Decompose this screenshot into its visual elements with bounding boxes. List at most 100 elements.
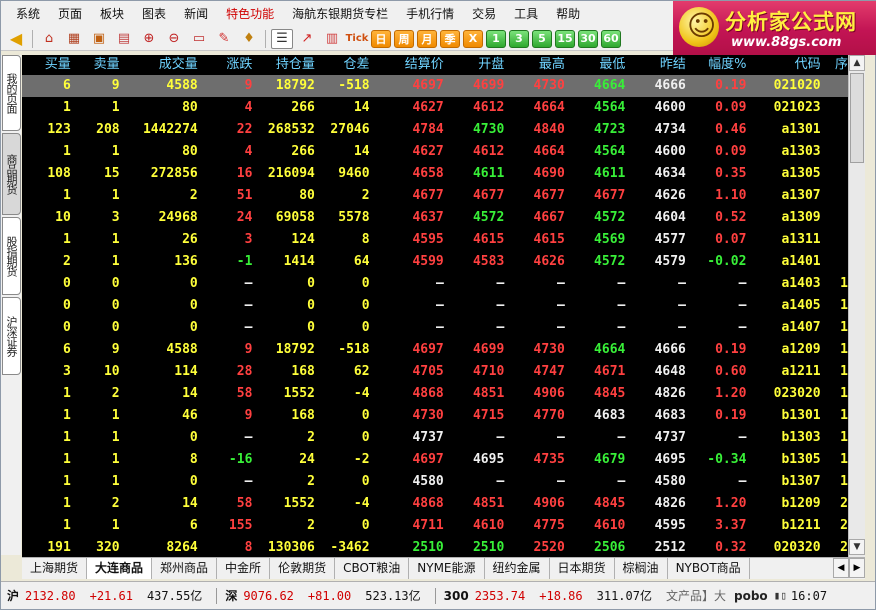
table-row[interactable]: 3 10 114 28 168 62 4705 4710 4747 4671 4648 0.60 a12… [22, 361, 848, 383]
market-tab-7[interactable]: 纽约金属 [485, 558, 550, 579]
table-row[interactable]: 1 1 8 -16 24 -2 4697 4695 4735 4679 4695 -0.34 b1305… [22, 449, 848, 471]
market-tab-10[interactable]: NYBOT商品 [668, 558, 750, 579]
menu-item-4[interactable]: 新闻 [175, 3, 217, 25]
period-15min-button[interactable]: 15 [555, 29, 575, 48]
zoom-out-icon[interactable]: ⊖ [163, 29, 185, 49]
menu-item-8[interactable]: 交易 [463, 3, 505, 25]
market-tab-2[interactable]: 郑州商品 [152, 558, 218, 579]
tick-icon[interactable]: Tick [346, 29, 369, 49]
column-header-1[interactable]: 卖量 [71, 55, 120, 75]
zoom-in-icon[interactable]: ⊕ [138, 29, 160, 49]
bell-alert-icon[interactable]: ♦ [238, 29, 260, 49]
market-tab-3[interactable]: 中金所 [217, 558, 271, 579]
table-row[interactable]: 6 9 4588 9 18792 -518 4697 4699 4730 4664 4666 0.19… [22, 339, 848, 361]
table-row[interactable]: 2 1 136 -1 1414 64 4599 4583 4626 4572 4579 -0.02 a1… [22, 251, 848, 273]
quote-table-icon[interactable]: ☰ [271, 28, 293, 49]
line-chart-icon[interactable]: ↗ [296, 29, 318, 49]
market-tab-8[interactable]: 日本期货 [550, 558, 615, 579]
window-icon[interactable]: ▭ [188, 29, 210, 49]
column-header-3[interactable]: 涨跌 [198, 55, 252, 75]
left-tab-my-page[interactable]: 我的页面 [2, 55, 21, 131]
menu-item-7[interactable]: 手机行情 [397, 3, 463, 25]
table-row[interactable]: 1 1 80 4 266 14 4627 4612 4664 4564 4600 0.09 a1303 [22, 141, 848, 163]
table-row[interactable]: 1 1 2 51 80 2 4677 4677 4677 4677 4626 1.10 a1307 [22, 185, 848, 207]
chart-window-icon[interactable]: ▣ [88, 29, 110, 49]
period-custom-button[interactable]: X [463, 29, 483, 48]
left-tab-commodity-futures[interactable]: 商品期货 [2, 133, 21, 215]
cell-sell: 1 [111, 188, 120, 203]
table-row[interactable]: 1 1 46 9 168 0 4730 4715 4770 4683 4683 0.19 b1301 1 [22, 405, 848, 427]
list-icon[interactable]: ▤ [113, 29, 135, 49]
product-ticker: 文产品】大 [665, 589, 726, 603]
period-3min-button[interactable]: 3 [509, 29, 529, 48]
menu-item-3[interactable]: 图表 [133, 3, 175, 25]
menu-item-2[interactable]: 板块 [91, 3, 133, 25]
table-row[interactable]: 1 1 6 155 2 0 4711 4610 4775 4610 4595 3.37 b1211 2 [22, 515, 848, 537]
column-header-6[interactable]: 结算价 [370, 55, 444, 75]
cell-sell: 2 [111, 386, 120, 401]
column-header-8[interactable]: 最高 [504, 55, 565, 75]
draw-pen-icon[interactable]: ✎ [213, 29, 235, 49]
period-30min-button[interactable]: 30 [578, 29, 598, 48]
cell-buy: 1 [62, 232, 71, 247]
table-row[interactable]: 0 0 0 — 0 0 — — — — — — a1403 1 [22, 273, 848, 295]
market-tab-9[interactable]: 棕榈油 [615, 558, 668, 579]
column-header-9[interactable]: 最低 [565, 55, 625, 75]
column-header-12[interactable]: 代码 [746, 55, 821, 75]
column-header-0[interactable]: 买量 [22, 55, 71, 75]
left-tab-index-futures[interactable]: 股指期货 [2, 217, 21, 295]
menu-item-5[interactable]: 特色功能 [217, 3, 283, 25]
menu-item-1[interactable]: 页面 [49, 3, 91, 25]
menu-item-6[interactable]: 海航东银期货专栏 [283, 3, 397, 25]
cell-oichg: 64 [353, 254, 370, 269]
column-header-4[interactable]: 持仓量 [252, 55, 315, 75]
market-icon[interactable]: ▦ [63, 29, 85, 49]
period-season-button[interactable]: 季 [440, 29, 460, 48]
table-row[interactable]: 0 0 0 — 0 0 — — — — — — a1407 1 [22, 317, 848, 339]
table-row[interactable]: 0 0 0 — 0 0 — — — — — — a1405 1 [22, 295, 848, 317]
cell-pct: 1.20 [715, 386, 747, 401]
column-header-5[interactable]: 仓差 [315, 55, 370, 75]
menu-item-9[interactable]: 工具 [505, 3, 547, 25]
market-tab-4[interactable]: 伦敦期货 [270, 558, 336, 579]
market-tab-1[interactable]: 大连商品 [87, 558, 153, 579]
period-60min-button[interactable]: 60 [601, 29, 621, 48]
scroll-right-icon[interactable]: ▶ [849, 558, 865, 578]
market-tab-0[interactable]: 上海期货 [22, 558, 88, 579]
home-icon[interactable]: ⌂ [38, 29, 60, 49]
scroll-down-icon[interactable]: ▼ [849, 539, 865, 555]
period-5min-button[interactable]: 5 [532, 29, 552, 48]
kline-chart-icon[interactable]: ▥ [321, 29, 343, 49]
table-row[interactable]: 6 9 4588 9 18792 -518 4697 4699 4730 4664 4666 0.19… [22, 75, 848, 97]
market-tab-6[interactable]: NYME能源 [409, 558, 485, 579]
period-1min-button[interactable]: 1 [486, 29, 506, 48]
period-month-button[interactable]: 月 [417, 29, 437, 48]
market-tab-5[interactable]: CBOT粮油 [335, 558, 410, 579]
quote-grid[interactable]: 买量 卖量 成交量 涨跌 持仓量 仓差 结算价 开盘 最高 最低 昨结 幅度% 代码序 6 9 4588 9 1… [22, 55, 848, 557]
scroll-left-icon[interactable]: ◀ [833, 558, 849, 578]
table-row[interactable]: 1 2 14 58 1552 -4 4868 4851 4906 4845 4826 1.20 0230… [22, 383, 848, 405]
table-row[interactable]: 1 1 0 — 2 0 4737 — — — 4737 — b1303 1 [22, 427, 848, 449]
vertical-scrollbar[interactable]: ▲ ▼ [848, 55, 865, 557]
table-row[interactable]: 108 15 272856 16 216094 9460 4658 4611 4690 4611 4… [22, 163, 848, 185]
column-header-10[interactable]: 昨结 [625, 55, 686, 75]
period-day-button[interactable]: 日 [371, 29, 391, 48]
back-arrow-icon[interactable]: ◀ [5, 29, 27, 49]
menu-item-10[interactable]: 帮助 [547, 3, 589, 25]
table-row[interactable]: 191 320 8264 8 130306 -3462 2510 2510 2520 2506 25… [22, 537, 848, 557]
scroll-thumb[interactable] [850, 73, 864, 163]
table-row[interactable]: 1 2 14 58 1552 -4 4868 4851 4906 4845 4826 1.20 b120… [22, 493, 848, 515]
table-row[interactable]: 10 3 24968 24 69058 5578 4637 4572 4667 4572 4604 0… [22, 207, 848, 229]
table-row[interactable]: 1 1 0 — 2 0 4580 — — — 4580 — b1307 1 [22, 471, 848, 493]
column-header-13[interactable]: 序 [821, 55, 848, 75]
column-header-7[interactable]: 开盘 [444, 55, 504, 75]
table-row[interactable]: 1 1 80 4 266 14 4627 4612 4664 4564 4600 0.09 021023 [22, 97, 848, 119]
menu-item-0[interactable]: 系统 [7, 3, 49, 25]
column-header-2[interactable]: 成交量 [120, 55, 198, 75]
left-tab-sh-sz-securities[interactable]: 沪深证券 [2, 297, 21, 375]
scroll-up-icon[interactable]: ▲ [849, 55, 865, 71]
table-row[interactable]: 123 208 1442274 22 268532 27046 4784 4730 4840 47… [22, 119, 848, 141]
period-week-button[interactable]: 周 [394, 29, 414, 48]
column-header-11[interactable]: 幅度% [686, 55, 746, 75]
table-row[interactable]: 1 1 26 3 124 8 4595 4615 4615 4569 4577 0.07 a1311 [22, 229, 848, 251]
